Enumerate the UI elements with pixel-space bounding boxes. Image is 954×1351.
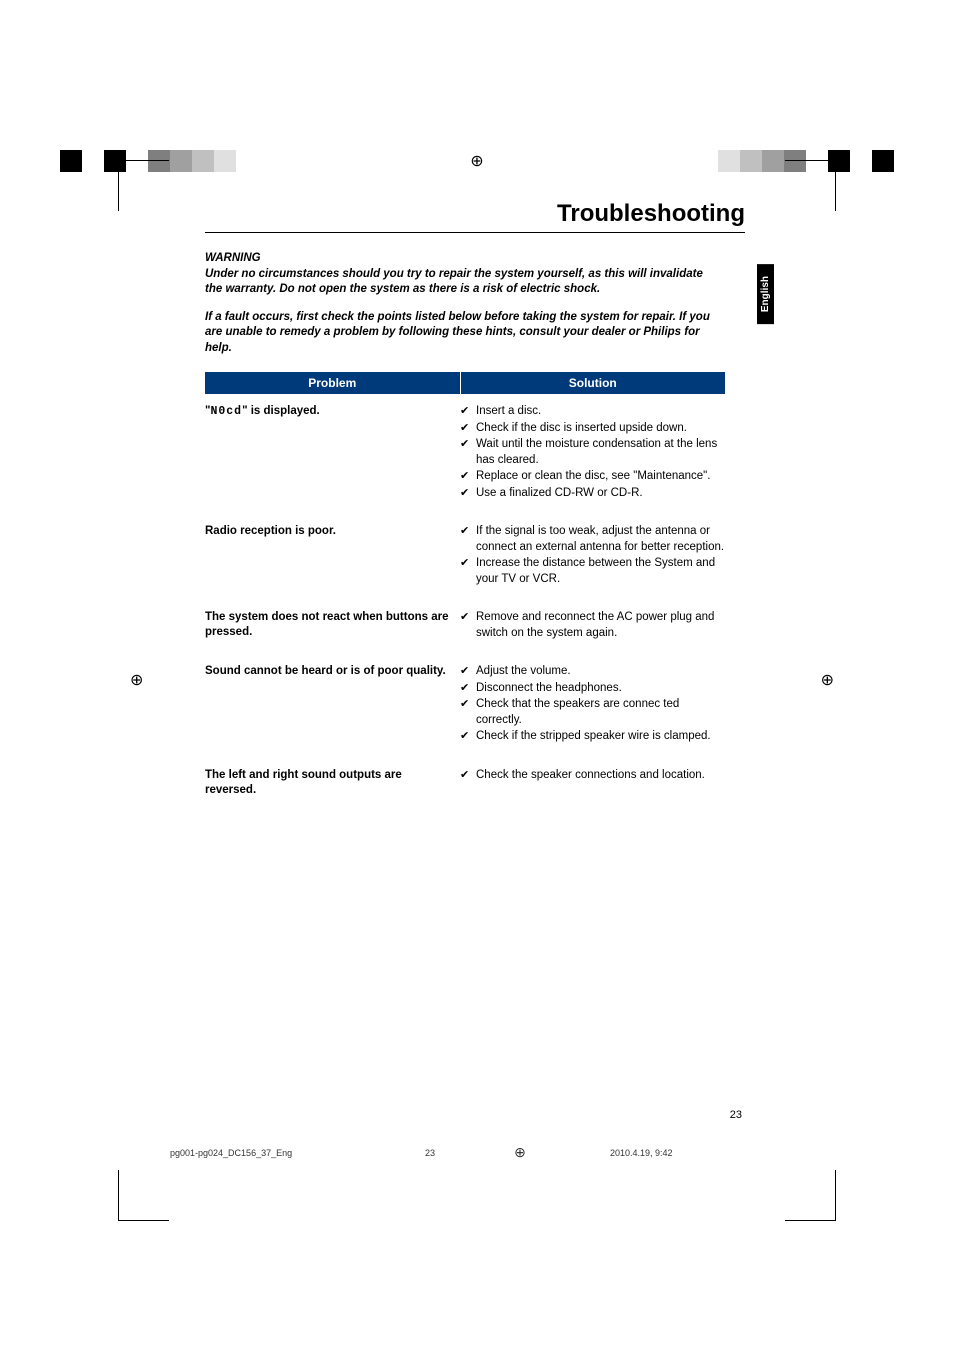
solution-item: If the signal is too weak, adjust the an… [460,524,725,555]
color-swatch [762,150,784,172]
solution-cell: If the signal is too weak, adjust the an… [460,524,725,588]
registration-icon: ⊕ [490,1144,550,1161]
solution-item: Check the speaker connections and locati… [460,768,725,784]
color-swatch [674,150,696,172]
solution-cell: Check the speaker connections and locati… [460,768,725,798]
solution-cell: Adjust the volume.Disconnect the headpho… [460,664,725,746]
page-number: 23 [730,1109,742,1121]
table-row: Sound cannot be heard or is of poor qual… [205,642,725,746]
col-header-solution: Solution [461,372,725,394]
registration-icon: ⊕ [130,670,143,690]
note-block: If a fault occurs, first check the point… [205,310,715,357]
solution-item: Check that the speakers are connec ted c… [460,697,725,728]
solution-item: Adjust the volume. [460,664,725,680]
table-row: "N0cd" is displayed.Insert a disc.Check … [205,394,725,502]
solution-item: Disconnect the headphones. [460,681,725,697]
solution-item: Check if the disc is inserted upside dow… [460,421,725,437]
color-swatch [236,150,258,172]
print-footer: pg001-pg024_DC156_37_Eng 23 ⊕ 2010.4.19,… [170,1144,784,1161]
page-content: Troubleshooting WARNING Under no circums… [205,200,745,798]
table-header: Problem Solution [205,372,725,394]
solution-item: Remove and reconnect the AC power plug a… [460,610,725,641]
solution-item: Use a finalized CD-RW or CD-R. [460,486,725,502]
solution-item: Wait until the moisture condensation at … [460,437,725,468]
color-swatch [60,150,82,172]
warning-text: Under no circumstances should you try to… [205,268,703,296]
color-swatch [850,150,872,172]
color-swatch [740,150,762,172]
color-swatch [718,150,740,172]
crop-mark [785,1170,836,1221]
problem-cell: Radio reception is poor. [205,524,460,588]
registration-icon: ⊕ [821,670,834,690]
problem-cell: "N0cd" is displayed. [205,404,460,502]
crop-mark [785,160,836,211]
crop-mark [118,160,169,211]
solution-cell: Insert a disc.Check if the disc is inser… [460,404,725,502]
crop-mark [118,1170,169,1221]
warning-label: WARNING [205,251,715,267]
color-swatch [170,150,192,172]
solution-item: Insert a disc. [460,404,725,420]
col-header-problem: Problem [205,372,461,394]
solution-cell: Remove and reconnect the AC power plug a… [460,610,725,642]
problem-cell: The system does not react when buttons a… [205,610,460,642]
problem-cell: Sound cannot be heard or is of poor qual… [205,664,460,746]
footer-page: 23 [370,1148,490,1158]
registration-icon: ⊕ [470,151,483,171]
color-swatch [258,150,280,172]
color-bar-right [674,150,894,172]
color-swatch [82,150,104,172]
language-tab: English [757,264,774,324]
color-swatch [214,150,236,172]
color-swatch [192,150,214,172]
solution-item: Check if the stripped speaker wire is cl… [460,729,725,745]
warning-block: WARNING Under no circumstances should yo… [205,251,715,298]
color-bar-left [60,150,280,172]
table-body: "N0cd" is displayed.Insert a disc.Check … [205,394,725,798]
solution-item: Replace or clean the disc, see "Maintena… [460,469,725,485]
page-title: Troubleshooting [205,200,745,233]
table-row: The left and right sound outputs are rev… [205,746,725,798]
table-row: Radio reception is poor.If the signal is… [205,502,725,588]
footer-filename: pg001-pg024_DC156_37_Eng [170,1148,370,1158]
solution-item: Increase the distance between the System… [460,556,725,587]
footer-datetime: 2010.4.19, 9:42 [550,1148,784,1158]
color-swatch [696,150,718,172]
color-swatch [872,150,894,172]
problem-cell: The left and right sound outputs are rev… [205,768,460,798]
table-row: The system does not react when buttons a… [205,588,725,642]
